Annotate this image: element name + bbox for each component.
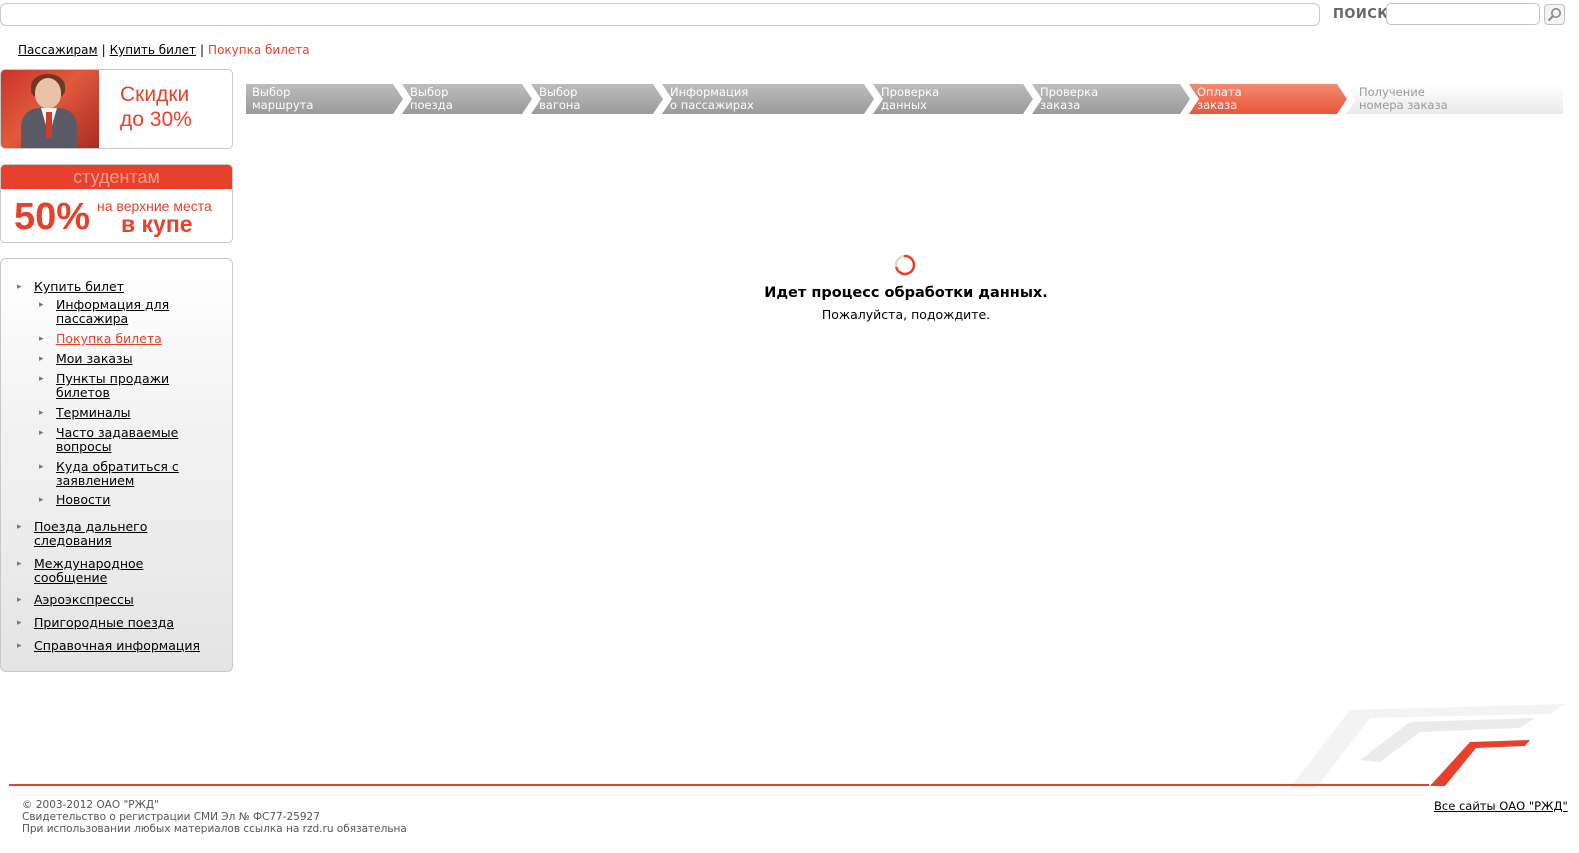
- side-menu: ▸ Купить билет ▸ Информация для пассажир…: [0, 258, 233, 672]
- menu-item-long-distance: ▸ Поезда дальнего следования: [17, 519, 174, 548]
- all-sites-link[interactable]: Все сайты ОАО "РЖД": [1434, 799, 1568, 813]
- chevron-right-icon: ▸: [39, 354, 44, 364]
- footer-line2: Свидетельство о регистрации СМИ Эл № ФС7…: [22, 811, 320, 823]
- person-head: [35, 78, 61, 108]
- submenu-item-news: ▸ Новости: [39, 492, 206, 507]
- chevron-right-icon: ▸: [39, 374, 44, 384]
- menu-link-aeroexpress[interactable]: Аэроэкспрессы: [34, 592, 134, 607]
- discount-line1: Скидки: [120, 83, 190, 106]
- submenu-item-info: ▸ Информация для пассажира: [39, 297, 206, 326]
- chevron-right-icon: ▸: [17, 618, 22, 628]
- submenu-item-purchase: ▸ Покупка билета: [39, 331, 206, 346]
- step-label: заказа: [1040, 98, 1081, 112]
- purchase-steps: Выбор маршрута Выбор поезда Выбор вагона…: [246, 84, 1563, 114]
- step-passengers: Информация о пассажирах: [662, 84, 874, 114]
- submenu-item-complaints: ▸ Куда обратиться с заявлением: [39, 459, 196, 488]
- menu-item-reference: ▸ Справочная информация: [17, 638, 224, 653]
- loading-subtitle: Пожалуйста, подождите.: [821, 307, 991, 322]
- step-car: Выбор вагона: [531, 84, 663, 114]
- chevron-right-icon: ▸: [17, 559, 22, 569]
- chevron-right-icon: ▸: [39, 428, 44, 438]
- menu-item-suburban: ▸ Пригородные поезда: [17, 615, 214, 630]
- breadcrumb-separator: |: [200, 43, 205, 57]
- step-order-number: Получение номера заказа: [1346, 84, 1563, 114]
- submenu-item-terminals: ▸ Терминалы: [39, 405, 206, 420]
- chevron-right-icon: ▸: [17, 282, 22, 292]
- submenu-item-points-of-sale: ▸ Пункты продажи билетов: [39, 371, 196, 400]
- step-label: поезда: [410, 98, 453, 112]
- person-tie: [46, 112, 52, 138]
- submenu-link-terminals[interactable]: Терминалы: [56, 405, 131, 420]
- chevron-right-icon: ▸: [17, 522, 22, 532]
- top-bar: ПОИСК: [0, 0, 1579, 30]
- submenu-link-purchase[interactable]: Покупка билета: [56, 331, 162, 346]
- submenu-link-faq[interactable]: Часто задаваемые вопросы: [56, 425, 178, 454]
- footer-divider: [9, 784, 1429, 786]
- students-header: студентам: [1, 165, 232, 189]
- step-label: данных: [881, 98, 927, 112]
- chevron-right-icon: ▸: [17, 595, 22, 605]
- menu-item-buy-ticket: ▸ Купить билет: [17, 279, 124, 294]
- rzd-logo-decoration: [1290, 704, 1565, 788]
- menu-link-suburban[interactable]: Пригородные поезда: [34, 615, 174, 630]
- step-label: заказа: [1197, 98, 1238, 112]
- step-label: о пассажирах: [670, 98, 754, 112]
- search-label: ПОИСК: [1333, 7, 1389, 22]
- loading-title: Идет процесс обработки данных.: [764, 285, 1048, 301]
- chevron-right-icon: ▸: [39, 408, 44, 418]
- breadcrumb-buy-ticket[interactable]: Купить билет: [110, 43, 196, 57]
- footer-copyright: © 2003-2012 ОАО "РЖД" Свидетельство о ре…: [22, 799, 407, 835]
- menu-link-buy-ticket[interactable]: Купить билет: [34, 279, 124, 294]
- menu-item-aeroexpress: ▸ Аэроэкспрессы: [17, 592, 214, 607]
- submenu-item-orders: ▸ Мои заказы: [39, 351, 206, 366]
- submenu-link-complaints[interactable]: Куда обратиться с заявлением: [56, 459, 179, 488]
- students-banner[interactable]: студентам 50% на верхние места в купе: [0, 164, 233, 243]
- submenu-link-news[interactable]: Новости: [56, 492, 110, 507]
- chevron-right-icon: ▸: [39, 462, 44, 472]
- step-check-order: Проверка заказа: [1032, 84, 1190, 114]
- discount-banner[interactable]: Скидки до 30%: [0, 69, 233, 149]
- loading-spinner-icon: [894, 254, 916, 276]
- submenu-link-points-of-sale[interactable]: Пункты продажи билетов: [56, 371, 169, 400]
- chevron-right-icon: ▸: [39, 495, 44, 505]
- breadcrumb: Пассажирам | Купить билет | Покупка билета: [18, 43, 310, 57]
- step-route: Выбор маршрута: [246, 84, 403, 114]
- magnifier-icon: [1547, 8, 1561, 22]
- breadcrumb-separator: |: [101, 43, 106, 57]
- submenu-link-info[interactable]: Информация для пассажира: [56, 297, 169, 326]
- students-percent: 50%: [14, 196, 91, 238]
- menu-link-international[interactable]: Международное сообщение: [34, 556, 143, 585]
- top-field[interactable]: [0, 3, 1320, 26]
- submenu-link-orders[interactable]: Мои заказы: [56, 351, 133, 366]
- breadcrumb-passengers[interactable]: Пассажирам: [18, 43, 98, 57]
- chevron-right-icon: ▸: [39, 300, 44, 310]
- footer-line1: © 2003-2012 ОАО "РЖД": [22, 799, 159, 811]
- step-payment: Оплата заказа: [1189, 84, 1347, 114]
- search-input[interactable]: [1386, 3, 1540, 25]
- footer-line3: При использовании любых материалов ссылк…: [22, 823, 407, 835]
- breadcrumb-current: Покупка билета: [208, 43, 310, 57]
- step-check-data: Проверка данных: [873, 84, 1033, 114]
- menu-link-reference[interactable]: Справочная информация: [34, 638, 200, 653]
- search-button[interactable]: [1544, 4, 1565, 25]
- chevron-right-icon: ▸: [39, 334, 44, 344]
- submenu-item-faq: ▸ Часто задаваемые вопросы: [39, 425, 196, 454]
- step-label: маршрута: [252, 98, 314, 112]
- banner-photo: [1, 70, 99, 148]
- menu-link-long-distance[interactable]: Поезда дальнего следования: [34, 519, 147, 548]
- students-line2: в купе: [121, 211, 193, 237]
- chevron-right-icon: ▸: [17, 641, 22, 651]
- step-label: номера заказа: [1359, 98, 1448, 112]
- step-train: Выбор поезда: [402, 84, 532, 114]
- step-label: вагона: [539, 98, 581, 112]
- menu-item-international: ▸ Международное сообщение: [17, 556, 174, 585]
- discount-text: Скидки до 30%: [120, 82, 192, 132]
- discount-line2: до 30%: [120, 108, 192, 131]
